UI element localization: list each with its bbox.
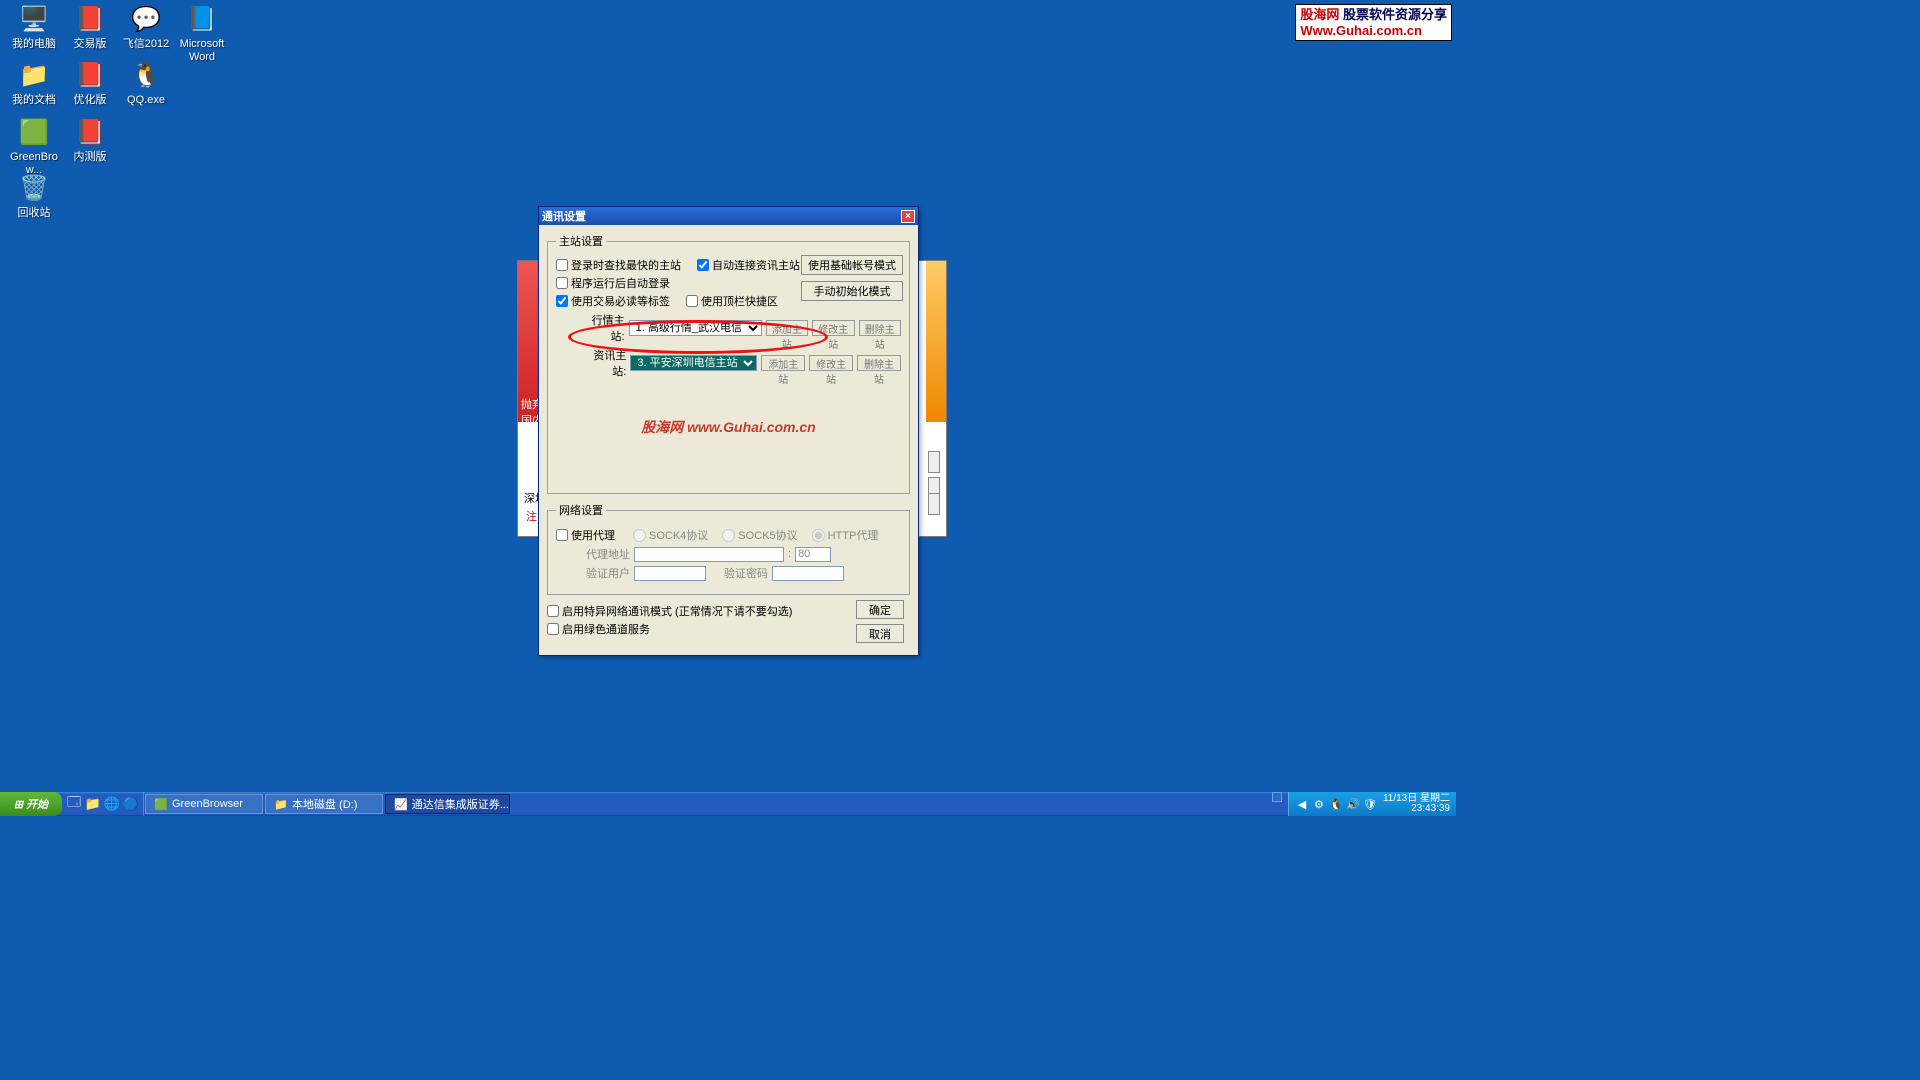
app-icon: 📕 bbox=[74, 117, 106, 149]
dialog-watermark: 股海网 www.Guhai.com.cn bbox=[556, 417, 901, 437]
task-icon: 🟩 bbox=[154, 797, 168, 811]
ok-button[interactable]: 确定 bbox=[856, 600, 904, 619]
app-icon: 🗑️ bbox=[18, 173, 50, 205]
del-info-button[interactable]: 删除主站 bbox=[857, 355, 901, 371]
tray-icon[interactable]: ◀ bbox=[1295, 797, 1309, 811]
proxy-pass-input[interactable] bbox=[772, 566, 844, 581]
mod-quote-button[interactable]: 修改主站 bbox=[812, 320, 854, 336]
dialog-title: 通讯设置 bbox=[542, 208, 901, 224]
sock4-radio[interactable]: SOCK4协议 bbox=[633, 527, 708, 543]
info-server-select[interactable]: 3. 平安深圳电信主站 bbox=[630, 355, 757, 371]
desktop-icon[interactable]: 🟩GreenBrow... bbox=[6, 117, 62, 176]
add-quote-button[interactable]: 添加主站 bbox=[766, 320, 808, 336]
desktop-icon[interactable]: 📕交易版 bbox=[62, 4, 118, 51]
green-channel-checkbox[interactable]: 启用绿色通道服务 bbox=[547, 621, 650, 637]
desktop-icon[interactable]: 📕优化版 bbox=[62, 60, 118, 107]
use-proxy-checkbox[interactable]: 使用代理 bbox=[556, 527, 615, 543]
tray-icon[interactable]: 🐧 bbox=[1329, 797, 1343, 811]
ie-icon[interactable]: 🌐 bbox=[104, 796, 120, 812]
app-icon: 📁 bbox=[18, 60, 50, 92]
tray-icon[interactable]: 🛡 bbox=[1363, 797, 1377, 811]
quote-server-select[interactable]: 1. 高级行情_武汉电信 bbox=[629, 320, 762, 336]
app-icon: 🟩 bbox=[18, 117, 50, 149]
desktop-icon[interactable]: 🐧QQ.exe bbox=[118, 60, 174, 107]
app-icon: 🐧 bbox=[130, 60, 162, 92]
windows-logo-icon: ⊞ bbox=[14, 798, 23, 811]
tray-icon[interactable]: ⚙ bbox=[1312, 797, 1326, 811]
app-icon: 💬 bbox=[130, 4, 162, 36]
title-bar[interactable]: 通讯设置 × bbox=[539, 207, 918, 225]
sock5-radio[interactable]: SOCK5协议 bbox=[722, 527, 797, 543]
desktop-icon[interactable]: 💬飞信2012 bbox=[118, 4, 174, 51]
proxy-port-input[interactable] bbox=[795, 547, 831, 562]
taskbar: ⊞ 开始 🗔 📁 🌐 🔵 🟩GreenBrowser📁本地磁盘 (D:)📈通达信… bbox=[0, 792, 1456, 816]
close-icon[interactable]: × bbox=[901, 210, 915, 223]
http-proxy-radio[interactable]: HTTP代理 bbox=[812, 527, 879, 543]
cancel-button[interactable]: 取消 bbox=[856, 624, 904, 643]
desktop-icon[interactable]: 🖥️我的电脑 bbox=[6, 4, 62, 51]
show-desktop-icon[interactable]: 🗔 bbox=[66, 796, 82, 812]
comm-settings-dialog: 通讯设置 × 主站设置 使用基础帐号模式 手动初始化模式 登录时查找最快的主站 … bbox=[538, 206, 919, 656]
manual-init-button[interactable]: 手动初始化模式 bbox=[801, 281, 903, 301]
del-quote-button[interactable]: 删除主站 bbox=[859, 320, 901, 336]
app-icon: 📕 bbox=[74, 60, 106, 92]
clock[interactable]: 11/13日 星期二 23:43:39 bbox=[1383, 794, 1450, 814]
app-icon: 🖥️ bbox=[18, 4, 50, 36]
quick-launch: 🗔 📁 🌐 🔵 bbox=[62, 792, 144, 816]
desktop-icon[interactable]: 🗑️回收站 bbox=[6, 173, 62, 220]
auto-connect-info-checkbox[interactable]: 自动连接资讯主站 bbox=[697, 257, 800, 273]
start-button[interactable]: ⊞ 开始 bbox=[0, 792, 62, 816]
special-net-mode-checkbox[interactable]: 启用特异网络通讯模式 (正常情况下请不要勾选) bbox=[547, 603, 792, 619]
app-icon: 📕 bbox=[74, 4, 106, 36]
minimize-all-button[interactable] bbox=[1272, 792, 1282, 802]
desktop-icon[interactable]: 📁我的文档 bbox=[6, 60, 62, 107]
use-tab-labels-checkbox[interactable]: 使用交易必读等标签 bbox=[556, 293, 670, 309]
app-icon: 📘 bbox=[186, 4, 218, 36]
desktop-icon[interactable]: 📕内测版 bbox=[62, 117, 118, 164]
task-icon: 📁 bbox=[274, 797, 288, 811]
basic-account-mode-button[interactable]: 使用基础帐号模式 bbox=[801, 255, 903, 275]
taskbar-task[interactable]: 📈通达信集成版证券... bbox=[385, 794, 510, 814]
system-tray: ◀ ⚙ 🐧 🔊 🛡 11/13日 星期二 23:43:39 bbox=[1288, 792, 1456, 816]
use-toolbar-quick-checkbox[interactable]: 使用顶栏快捷区 bbox=[686, 293, 778, 309]
find-fastest-checkbox[interactable]: 登录时查找最快的主站 bbox=[556, 257, 681, 273]
explorer-icon[interactable]: 📁 bbox=[85, 796, 101, 812]
site-watermark: 股海网 股票软件资源分享 Www.Guhai.com.cn bbox=[1295, 4, 1452, 41]
proxy-user-input[interactable] bbox=[634, 566, 706, 581]
task-icon: 📈 bbox=[394, 797, 408, 811]
desktop-icon[interactable]: 📘Microsoft Word bbox=[174, 4, 230, 63]
network-group: 网络设置 使用代理 SOCK4协议 SOCK5协议 HTTP代理 代理地址 : … bbox=[547, 502, 910, 595]
tray-icon[interactable]: 🔊 bbox=[1346, 797, 1360, 811]
taskbar-task[interactable]: 📁本地磁盘 (D:) bbox=[265, 794, 383, 814]
auto-login-checkbox[interactable]: 程序运行后自动登录 bbox=[556, 275, 670, 291]
taskbar-task[interactable]: 🟩GreenBrowser bbox=[145, 794, 263, 814]
media-icon[interactable]: 🔵 bbox=[123, 796, 139, 812]
station-group: 主站设置 使用基础帐号模式 手动初始化模式 登录时查找最快的主站 自动连接资讯主… bbox=[547, 233, 910, 494]
mod-info-button[interactable]: 修改主站 bbox=[809, 355, 853, 371]
proxy-address-input[interactable] bbox=[634, 547, 784, 562]
add-info-button[interactable]: 添加主站 bbox=[761, 355, 805, 371]
